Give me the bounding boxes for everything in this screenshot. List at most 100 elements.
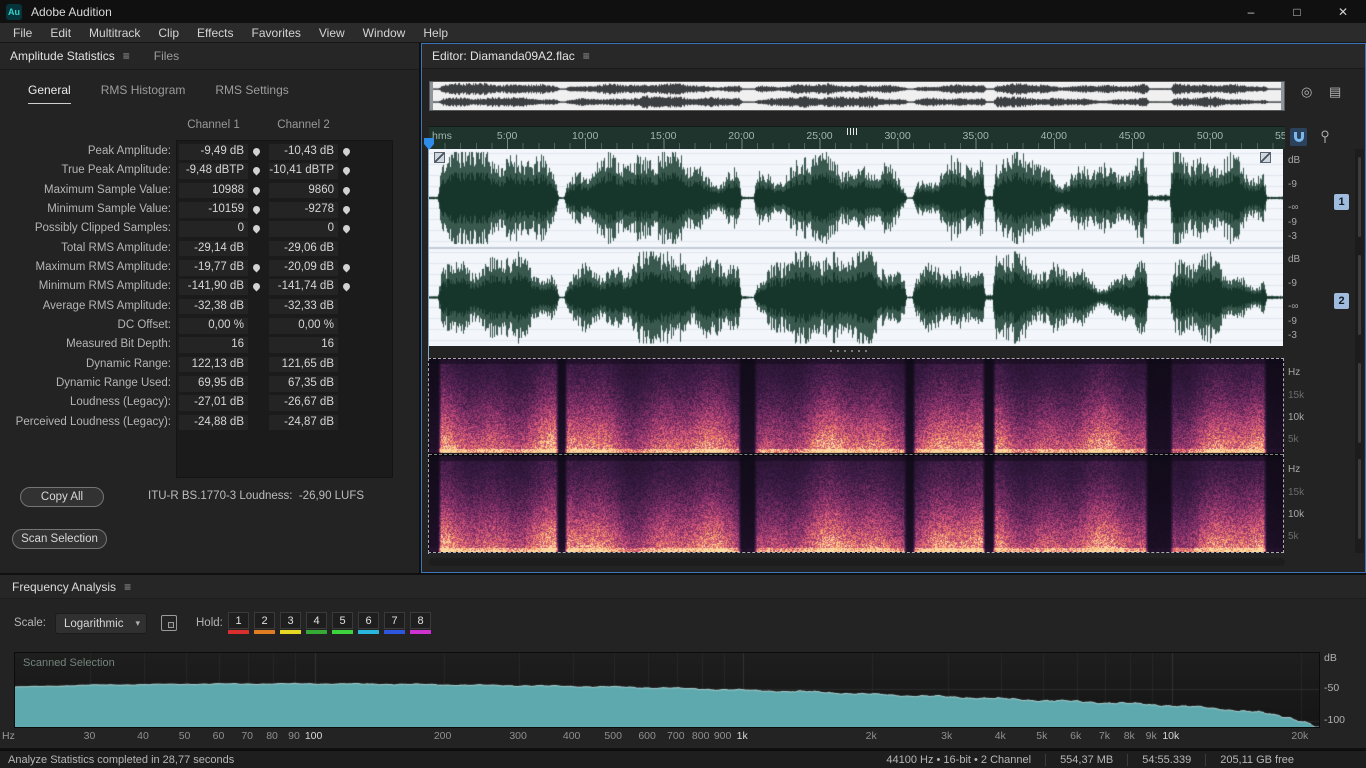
- freq-axis-label: 1k: [736, 730, 748, 742]
- channel-2-badge[interactable]: 2: [1334, 293, 1349, 309]
- marker-pin-icon[interactable]: [341, 262, 352, 273]
- hold-button-2[interactable]: 2: [254, 612, 275, 634]
- panel-tab-files[interactable]: Files: [154, 49, 179, 63]
- spectrogram: [429, 359, 1283, 552]
- stat-label: Minimum RMS Amplitude:: [38, 280, 171, 293]
- freq-axis-label: 70: [241, 730, 254, 742]
- copy-all-button[interactable]: Copy All: [20, 487, 104, 507]
- hold-button-7[interactable]: 7: [384, 612, 405, 634]
- panel-menu-icon[interactable]: ≡: [123, 49, 130, 63]
- marker-pin-icon[interactable]: [251, 146, 262, 157]
- ruler-time-label: 40:00: [1040, 130, 1067, 142]
- freq-axis-label: 7k: [1098, 730, 1110, 742]
- vertical-zoom-scrollbar[interactable]: [1355, 149, 1364, 553]
- overview-right-handle[interactable]: [1281, 82, 1284, 110]
- db-scale-label: dB: [1288, 155, 1301, 166]
- scrollbar-thumb[interactable]: [1358, 157, 1361, 237]
- table-row: Maximum Sample Value: 10988 9860: [0, 181, 419, 200]
- hold-color-swatch: [384, 630, 405, 634]
- menu-clip[interactable]: Clip: [149, 23, 188, 43]
- table-row: Average RMS Amplitude: -32,38 dB -32,33 dB: [0, 297, 419, 316]
- db-scale-label: -∞: [1288, 301, 1299, 312]
- menu-view[interactable]: View: [310, 23, 354, 43]
- fade-out-handle[interactable]: [1260, 152, 1271, 163]
- panel-splitter[interactable]: [830, 350, 867, 352]
- window-close-button[interactable]: ✕: [1320, 0, 1366, 23]
- table-row: True Peak Amplitude: -9,48 dBTP -10,41 dBT…: [0, 161, 419, 180]
- copy-graph-data-icon[interactable]: [161, 615, 177, 631]
- fade-in-handle[interactable]: [434, 152, 445, 163]
- hold-button-1[interactable]: 1: [228, 612, 249, 634]
- horizontal-scrollbar[interactable]: [429, 558, 1285, 566]
- freq-axis-label: 20k: [1291, 730, 1309, 742]
- hz-scale-label: 5k: [1288, 434, 1299, 445]
- panel-tab-amplitude-statistics[interactable]: Amplitude Statistics: [0, 49, 115, 63]
- menu-window[interactable]: Window: [354, 23, 415, 43]
- scrollbar-thumb[interactable]: [1358, 255, 1361, 335]
- status-free-space: 205,11 GB free: [1220, 753, 1294, 766]
- menu-file[interactable]: File: [4, 23, 41, 43]
- menu-favorites[interactable]: Favorites: [243, 23, 310, 43]
- scan-selection-button[interactable]: Scan Selection: [12, 529, 107, 549]
- table-row: Minimum Sample Value: -10159 -9278: [0, 200, 419, 219]
- stat-label: Dynamic Range Used:: [55, 377, 171, 390]
- hold-button-5[interactable]: 5: [332, 612, 353, 634]
- scale-dropdown[interactable]: Logarithmic ▾: [55, 613, 147, 634]
- stat-value-ch2: 9860: [269, 182, 338, 199]
- table-row: Perceived Loudness (Legacy): -24,88 dB -24…: [0, 413, 419, 432]
- window-maximize-button[interactable]: □: [1274, 0, 1320, 23]
- overview-left-handle[interactable]: [430, 82, 433, 110]
- stat-label: Measured Bit Depth:: [66, 338, 171, 351]
- marker-pin-icon[interactable]: [341, 223, 352, 234]
- tab-rms-histogram[interactable]: RMS Histogram: [101, 83, 186, 104]
- stat-label: Maximum Sample Value:: [44, 183, 171, 196]
- hold-number: 5: [332, 612, 353, 629]
- marker-pin-icon[interactable]: [251, 223, 262, 234]
- marker-pin-icon[interactable]: [341, 146, 352, 157]
- marker-pin-icon[interactable]: [251, 262, 262, 273]
- menu-help[interactable]: Help: [414, 23, 457, 43]
- panel-tab-frequency-analysis[interactable]: Frequency Analysis: [0, 580, 116, 594]
- menu-edit[interactable]: Edit: [41, 23, 80, 43]
- hold-button-3[interactable]: 3: [280, 612, 301, 634]
- menu-effects[interactable]: Effects: [188, 23, 242, 43]
- ruler-time-label: 30:00: [884, 130, 911, 142]
- hz-scale-label: 15k: [1288, 390, 1305, 401]
- hold-button-6[interactable]: 6: [358, 612, 379, 634]
- panel-menu-icon[interactable]: ≡: [583, 49, 590, 63]
- menu-multitrack[interactable]: Multitrack: [80, 23, 149, 43]
- hold-label: Hold:: [196, 617, 223, 629]
- marker-pin-icon[interactable]: [251, 185, 262, 196]
- overview-navigator[interactable]: [429, 81, 1285, 111]
- marker-pin-icon[interactable]: [251, 281, 262, 292]
- editor-tab[interactable]: Editor: Diamanda09A2.flac: [422, 49, 575, 63]
- channel-1-badge[interactable]: 1: [1334, 194, 1349, 210]
- marker-pin-icon[interactable]: [341, 281, 352, 292]
- marker-pin-icon[interactable]: [251, 204, 262, 215]
- scrollbar-thumb[interactable]: [1358, 459, 1361, 539]
- table-row: Dynamic Range: 122,13 dB 121,65 dB: [0, 355, 419, 374]
- cue-marker-tick: [856, 128, 857, 135]
- window-minimize-button[interactable]: –: [1228, 0, 1274, 23]
- scrollbar-thumb[interactable]: [1358, 363, 1361, 443]
- stat-value-ch1: -19,77 dB: [179, 260, 248, 276]
- hold-button-8[interactable]: 8: [410, 612, 431, 634]
- spectral-display[interactable]: [428, 358, 1284, 553]
- marker-pin-icon[interactable]: [251, 165, 262, 176]
- table-row: Minimum RMS Amplitude: -141,90 dB -141,74 …: [0, 277, 419, 296]
- marker-pin-icon[interactable]: [341, 165, 352, 176]
- window-title: Adobe Audition: [31, 4, 112, 19]
- panel-divider[interactable]: [419, 43, 421, 573]
- panel-menu-icon[interactable]: ≡: [124, 580, 131, 594]
- tab-general[interactable]: General: [28, 83, 71, 104]
- marker-pin-icon[interactable]: [341, 185, 352, 196]
- tab-rms-settings[interactable]: RMS Settings: [215, 83, 288, 104]
- chart-label: Scanned Selection: [23, 657, 115, 669]
- hold-button-4[interactable]: 4: [306, 612, 327, 634]
- marker-pin-icon[interactable]: [341, 204, 352, 215]
- amplitude-statistics-panel: Amplitude Statistics ≡ Files General RMS …: [0, 43, 419, 573]
- waveform-display[interactable]: [429, 149, 1283, 346]
- overview-waveform: [430, 82, 1284, 110]
- frequency-chart[interactable]: Scanned Selection: [14, 652, 1320, 728]
- status-duration: 54:55.339: [1142, 753, 1192, 766]
